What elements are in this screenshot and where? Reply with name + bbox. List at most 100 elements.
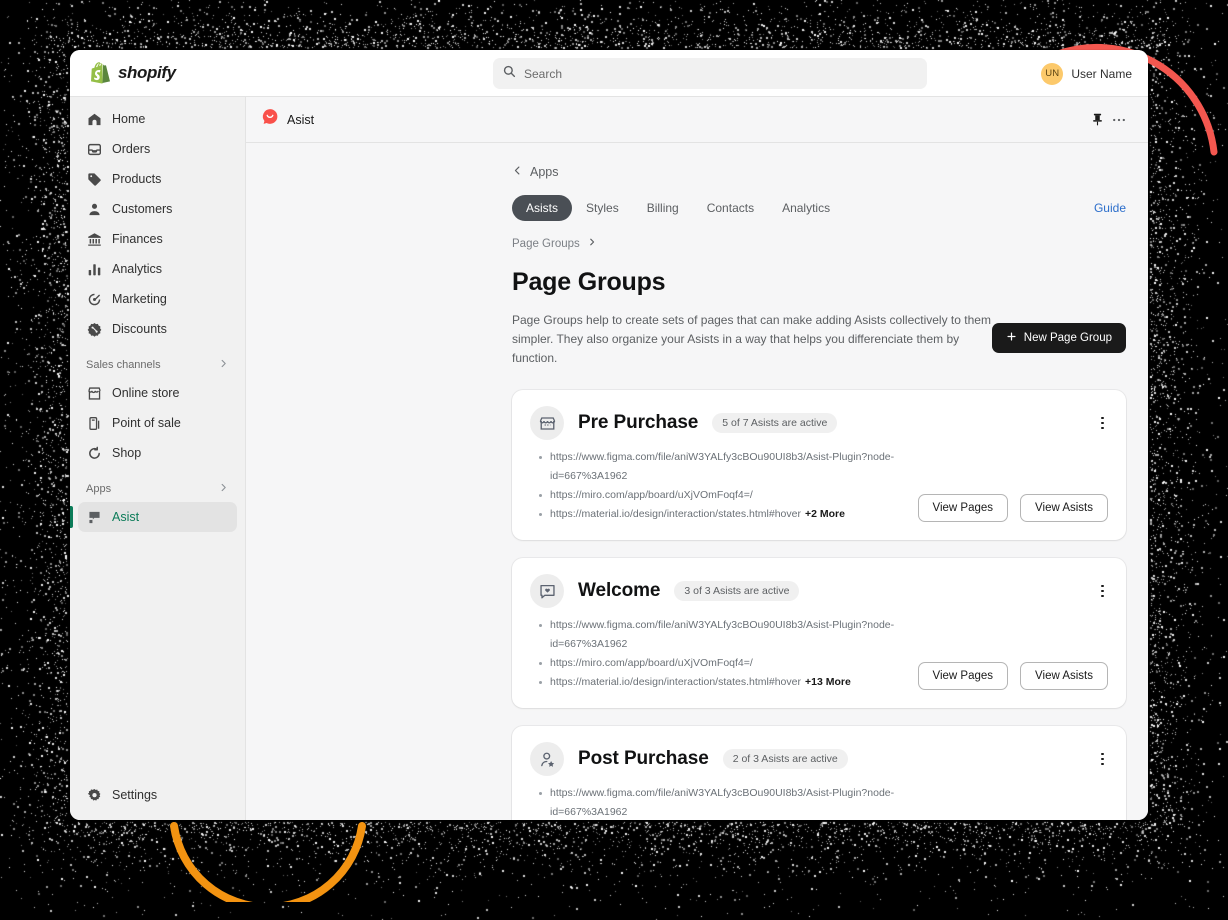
sidebar-item-products[interactable]: Products <box>78 164 237 194</box>
orders-icon <box>86 141 102 157</box>
view-pages-button[interactable]: View Pages <box>918 662 1009 690</box>
home-icon <box>86 111 102 127</box>
asist-flag-icon <box>86 509 102 525</box>
sidebar-item-label: Discounts <box>112 322 167 336</box>
sidebar-section-label: Apps <box>86 483 111 495</box>
card-menu-icon[interactable] <box>1097 581 1108 602</box>
url-text: https://www.figma.com/file/aniW3YALfy3cB… <box>550 787 894 818</box>
list-item: https://www.figma.com/file/aniW3YALfy3cB… <box>550 616 918 654</box>
back-to-apps-link[interactable]: Apps <box>512 165 559 179</box>
more-count-label[interactable]: +13 More <box>805 676 851 688</box>
url-text: https://material.io/design/interaction/s… <box>550 508 801 520</box>
card-title: Welcome <box>578 580 660 602</box>
search-icon <box>503 65 516 83</box>
sidebar-item-analytics[interactable]: Analytics <box>78 254 237 284</box>
content-column: Asist Apps Asists Styles Billing Contact… <box>246 97 1148 820</box>
sidebar-item-asist[interactable]: Asist <box>78 502 237 532</box>
person-icon <box>86 201 102 217</box>
card-body: https://www.figma.com/file/aniW3YALfy3cB… <box>530 616 1108 692</box>
view-asists-button[interactable]: View Asists <box>1020 662 1108 690</box>
plus-icon <box>1006 331 1017 345</box>
card-actions: View Pages View Asists <box>918 494 1108 524</box>
sidebar-item-label: Customers <box>112 202 172 216</box>
shopify-brand[interactable]: shopify <box>70 62 246 84</box>
back-link-label: Apps <box>530 165 559 179</box>
url-text: https://miro.com/app/board/uXjVOmFoqf4=/ <box>550 489 753 501</box>
chat-heart-icon <box>530 574 564 608</box>
url-text: https://www.figma.com/file/aniW3YALfy3cB… <box>550 619 894 650</box>
sidebar-item-label: Shop <box>112 446 141 460</box>
sidebar-item-marketing[interactable]: Marketing <box>78 284 237 314</box>
storefront-icon <box>530 406 564 440</box>
search-box[interactable] <box>493 58 927 89</box>
window-body: Home Orders Products Customers Finances … <box>70 97 1148 820</box>
sidebar-item-label: Online store <box>112 386 179 400</box>
sidebar-item-shop[interactable]: Shop <box>78 438 237 468</box>
app-header-bar: Asist <box>246 97 1148 143</box>
chevron-right-icon <box>218 480 229 498</box>
sidebar-item-settings[interactable]: Settings <box>78 780 237 810</box>
tab-billing[interactable]: Billing <box>633 195 693 221</box>
new-page-group-label: New Page Group <box>1024 332 1112 344</box>
page-group-card: Post Purchase 2 of 3 Asists are active h… <box>512 726 1126 820</box>
pin-icon[interactable] <box>1086 109 1108 131</box>
app-title: Asist <box>287 113 314 127</box>
tab-asists[interactable]: Asists <box>512 195 572 221</box>
sidebar-item-home[interactable]: Home <box>78 104 237 134</box>
new-page-group-button[interactable]: New Page Group <box>992 323 1126 353</box>
target-icon <box>86 291 102 307</box>
search-input[interactable] <box>524 67 917 81</box>
sidebar-section-sales-channels[interactable]: Sales channels <box>78 354 237 376</box>
card-header: Welcome 3 of 3 Asists are active <box>530 574 1108 608</box>
tag-icon <box>86 171 102 187</box>
app-window: shopify UN User Name <box>70 50 1148 820</box>
ellipsis-icon[interactable] <box>1108 109 1130 131</box>
card-menu-icon[interactable] <box>1097 413 1108 434</box>
view-asists-button[interactable]: View Asists <box>1020 494 1108 522</box>
description-row: Page Groups help to create sets of pages… <box>512 311 1126 368</box>
sidebar-item-finances[interactable]: Finances <box>78 224 237 254</box>
list-item: https://miro.com/app/board/uXjVOmFoqf4=/ <box>550 486 918 505</box>
page-group-list: Pre Purchase 5 of 7 Asists are active ht… <box>512 390 1126 820</box>
tab-bar: Asists Styles Billing Contacts Analytics… <box>512 195 1148 221</box>
sidebar-item-point-of-sale[interactable]: Point of sale <box>78 408 237 438</box>
tab-contacts[interactable]: Contacts <box>693 195 768 221</box>
sidebar-item-label: Analytics <box>112 262 162 276</box>
sidebar-item-online-store[interactable]: Online store <box>78 378 237 408</box>
sidebar-item-discounts[interactable]: Discounts <box>78 314 237 344</box>
card-header: Post Purchase 2 of 3 Asists are active <box>530 742 1108 776</box>
more-count-label[interactable]: +2 More <box>805 508 845 520</box>
sidebar-section-apps[interactable]: Apps <box>78 478 237 500</box>
card-body: https://www.figma.com/file/aniW3YALfy3cB… <box>530 784 1108 820</box>
url-text: https://miro.com/app/board/uXjVOmFoqf4=/ <box>550 657 753 669</box>
shopify-wordmark: shopify <box>118 63 176 83</box>
person-star-icon <box>530 742 564 776</box>
card-menu-icon[interactable] <box>1097 749 1108 770</box>
sidebar-item-customers[interactable]: Customers <box>78 194 237 224</box>
store-icon <box>86 385 102 401</box>
sidebar-item-label: Products <box>112 172 161 186</box>
sidebar-item-orders[interactable]: Orders <box>78 134 237 164</box>
tab-analytics[interactable]: Analytics <box>768 195 844 221</box>
breadcrumb[interactable]: Page Groups <box>512 237 597 250</box>
status-badge: 2 of 3 Asists are active <box>723 749 848 769</box>
sidebar-section-label: Sales channels <box>86 359 161 371</box>
status-badge: 5 of 7 Asists are active <box>712 413 837 433</box>
view-pages-button[interactable]: View Pages <box>918 494 1009 522</box>
decorative-arc-bottom-left <box>168 822 368 902</box>
bank-icon <box>86 231 102 247</box>
user-menu[interactable]: UN User Name <box>1041 50 1132 97</box>
user-name-label: User Name <box>1071 67 1132 81</box>
screenshot-stage: shopify UN User Name <box>0 0 1228 920</box>
asist-app-icon <box>261 108 279 131</box>
shop-icon <box>86 445 102 461</box>
url-list: https://www.figma.com/file/aniW3YALfy3cB… <box>530 616 918 692</box>
card-body: https://www.figma.com/file/aniW3YALfy3cB… <box>530 448 1108 524</box>
tab-styles[interactable]: Styles <box>572 195 633 221</box>
breadcrumb-label: Page Groups <box>512 238 580 250</box>
status-badge: 3 of 3 Asists are active <box>674 581 799 601</box>
guide-link[interactable]: Guide <box>1094 201 1126 215</box>
list-item: https://miro.com/app/board/uXjVOmFoqf4=/ <box>550 654 918 673</box>
sidebar-item-label: Point of sale <box>112 416 181 430</box>
card-title: Pre Purchase <box>578 412 698 434</box>
